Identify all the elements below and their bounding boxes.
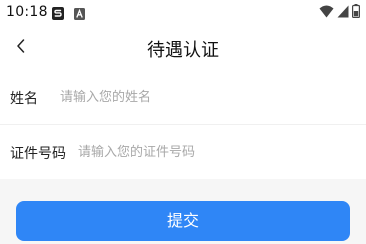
row-divider bbox=[0, 124, 366, 125]
status-bar: 10:18 bbox=[0, 0, 366, 28]
status-time: 10:18 bbox=[6, 4, 48, 20]
id-number-label: 证件号码 bbox=[10, 146, 66, 162]
screen: 10:18 待遇认证 姓名 请输入您的姓名 证件号码 请输入您的证件号码 提交 bbox=[0, 0, 366, 244]
name-label: 姓名 bbox=[10, 91, 38, 107]
battery-icon bbox=[352, 3, 361, 22]
nav-bar: 待遇认证 bbox=[0, 28, 366, 68]
app-a-icon bbox=[74, 5, 86, 20]
page-title: 待遇认证 bbox=[147, 40, 219, 61]
id-number-row: 证件号码 bbox=[0, 127, 366, 179]
signal-icon bbox=[337, 3, 349, 22]
status-right-group bbox=[319, 3, 361, 22]
name-row: 姓名 bbox=[0, 72, 366, 124]
wifi-icon bbox=[319, 3, 334, 22]
name-input[interactable] bbox=[60, 84, 350, 110]
submit-button[interactable]: 提交 bbox=[16, 201, 350, 241]
footer-area: 提交 bbox=[0, 179, 366, 244]
app-s-icon bbox=[52, 5, 64, 20]
id-number-input[interactable] bbox=[78, 139, 358, 165]
